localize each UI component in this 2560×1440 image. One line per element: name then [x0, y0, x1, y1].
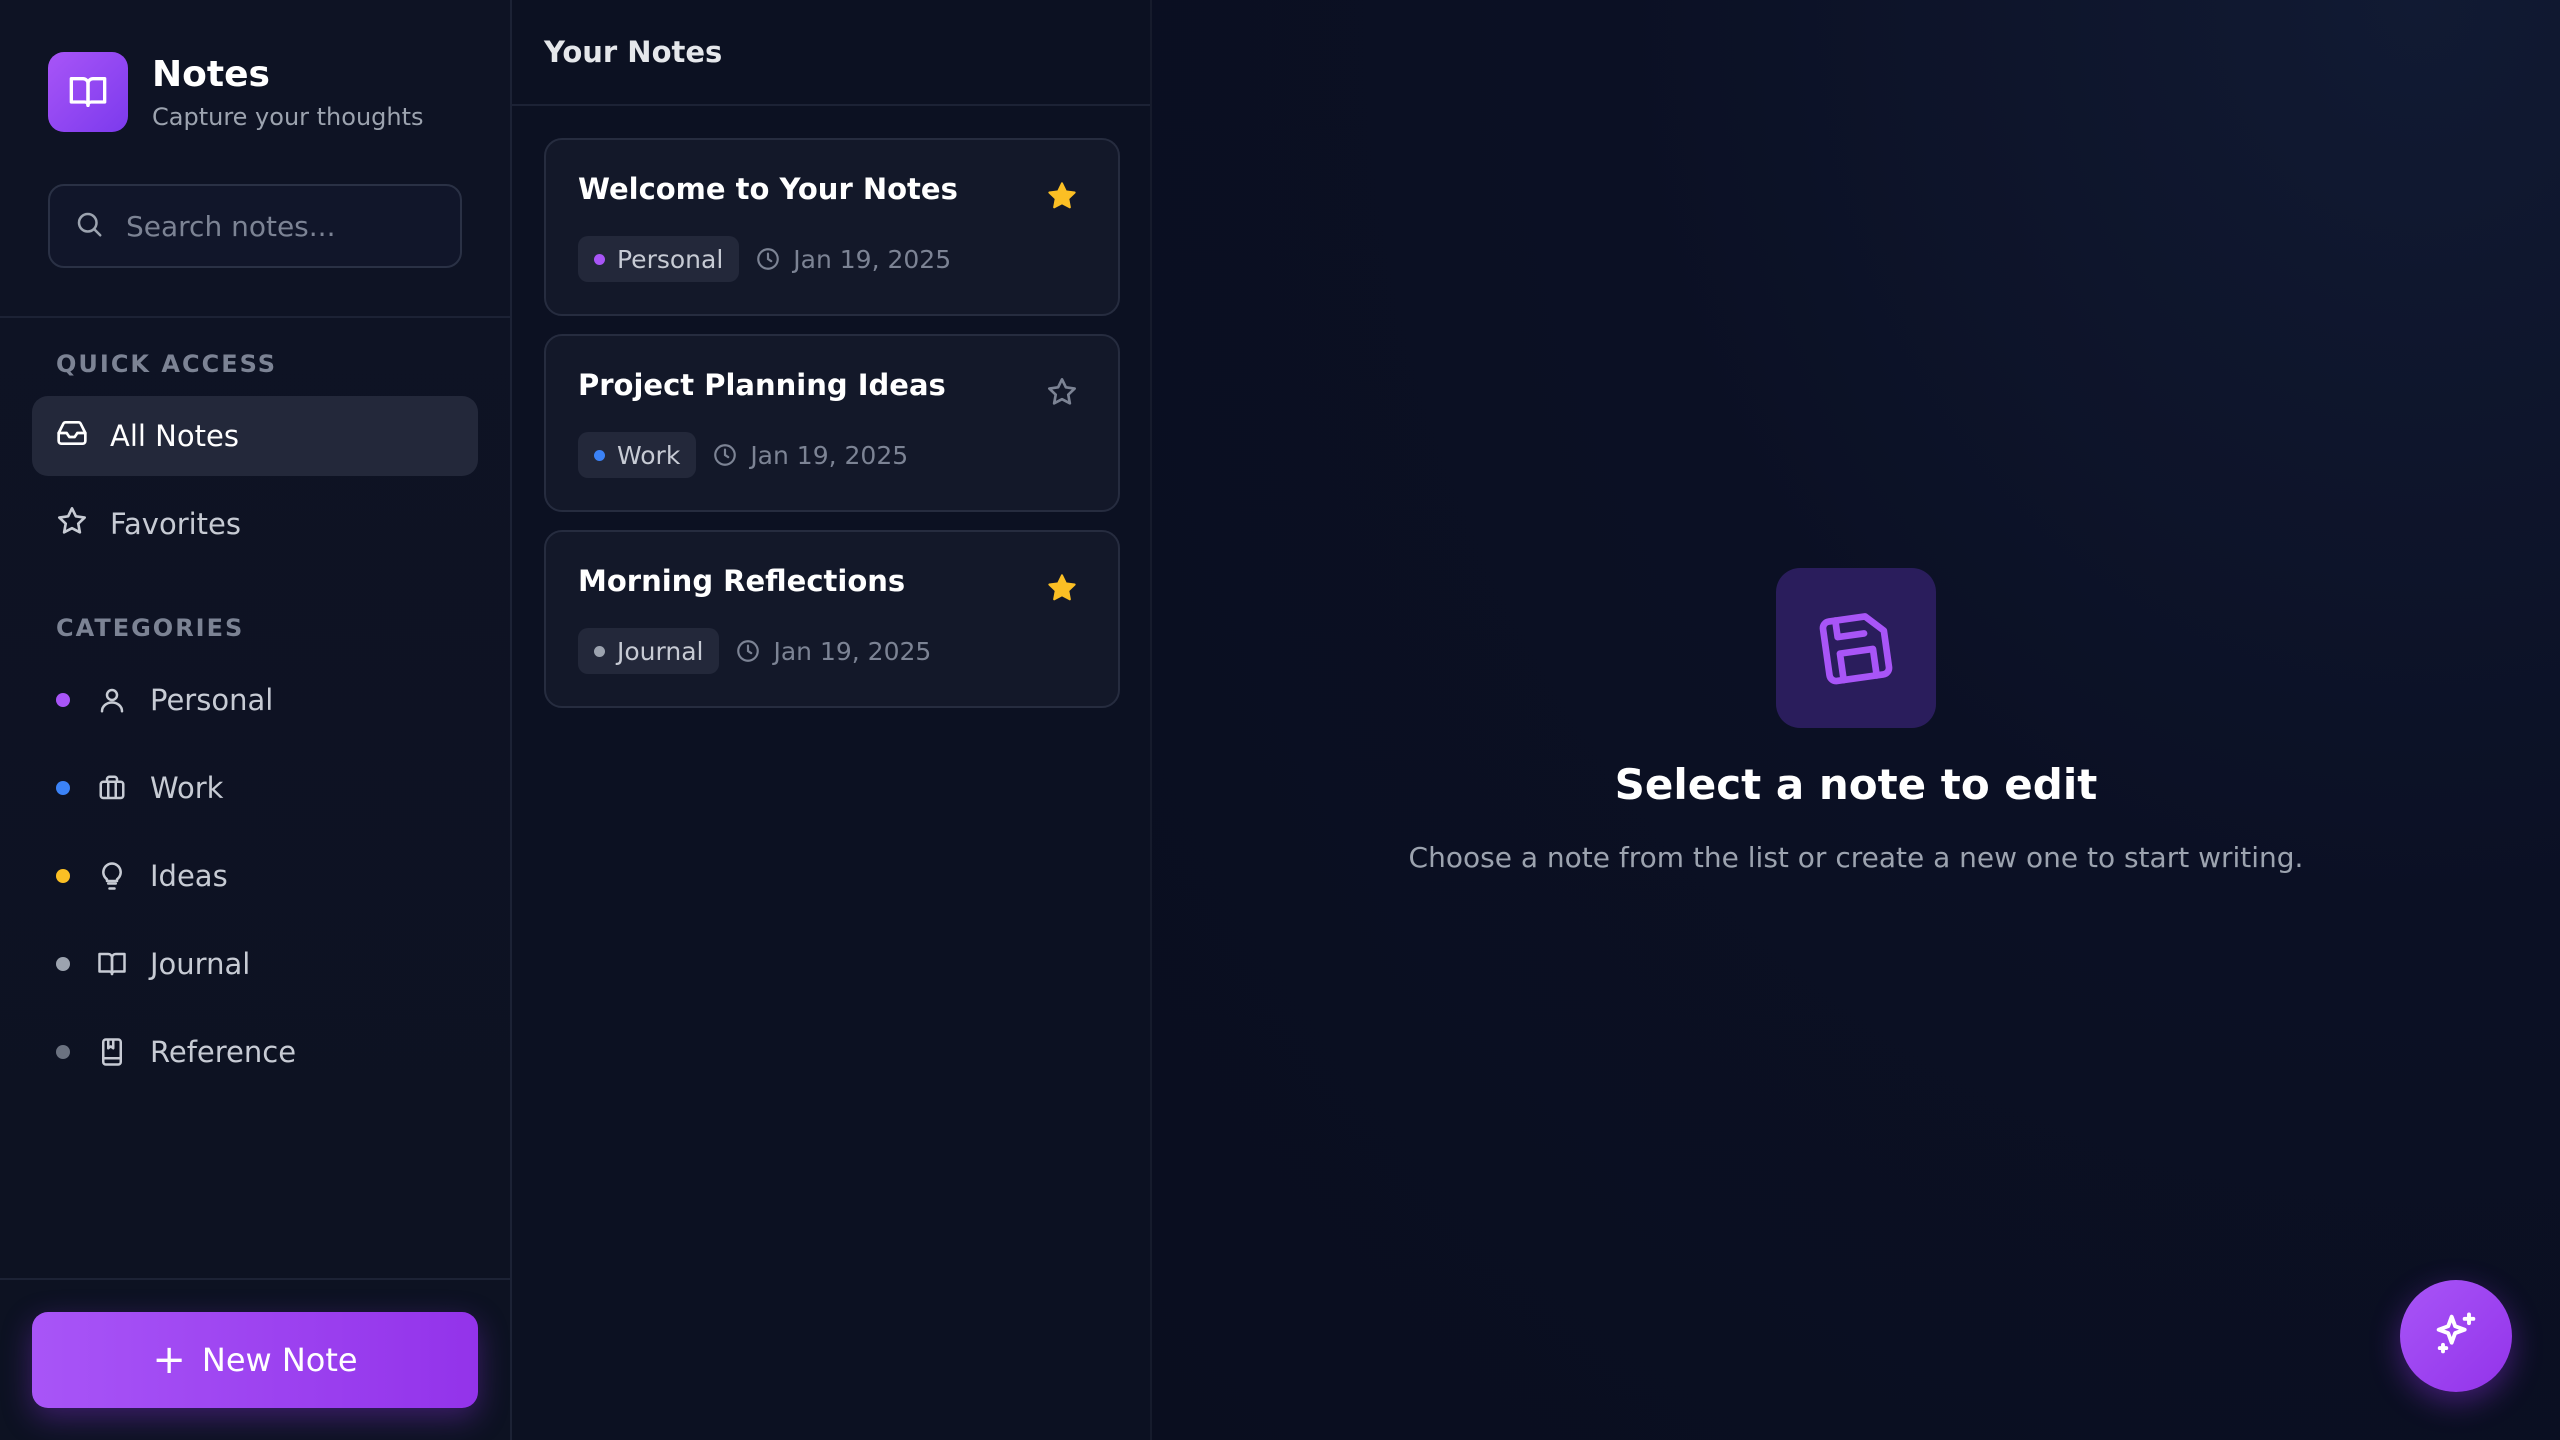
category-work[interactable]: Work	[56, 758, 223, 818]
category-tag: Personal	[578, 236, 740, 282]
user-icon	[96, 684, 128, 716]
star-icon[interactable]	[1046, 376, 1078, 408]
clock-icon	[737, 640, 760, 662]
ai-assist-button[interactable]	[2400, 1280, 2512, 1392]
search-box[interactable]	[48, 184, 462, 268]
note-title: Welcome to Your Notes	[578, 172, 958, 206]
category-dot	[594, 449, 605, 461]
category-tag: Work	[578, 432, 697, 478]
note-date: Jan 19, 2025	[755, 245, 951, 274]
note-card[interactable]: Welcome to Your Notes Personal Jan 19, 2…	[544, 138, 1120, 316]
new-note-label: New Note	[201, 1341, 358, 1379]
category-dot	[56, 781, 70, 795]
save-icon	[1776, 568, 1936, 728]
categories-label: CATEGORIES	[56, 614, 245, 642]
sidebar: Notes Capture your thoughts QUICK ACCESS…	[0, 0, 512, 1440]
category-reference[interactable]: Reference	[56, 1022, 296, 1082]
clock-icon	[714, 444, 737, 466]
category-label: Journal	[150, 947, 251, 981]
star-filled-icon[interactable]	[1046, 572, 1078, 604]
category-journal[interactable]: Journal	[56, 934, 250, 994]
book-open-icon	[48, 52, 128, 132]
empty-state-title: Select a note to edit	[1614, 760, 2098, 809]
quick-access-label: QUICK ACCESS	[56, 350, 278, 378]
empty-state-subtitle: Choose a note from the list or create a …	[1408, 841, 2304, 874]
brand: Notes Capture your thoughts	[48, 52, 424, 132]
notes-app: Notes Capture your thoughts QUICK ACCESS…	[0, 0, 2560, 1440]
nav-item-label: Favorites	[110, 507, 241, 541]
clock-icon	[757, 248, 780, 270]
sidebar-divider-bottom	[0, 1278, 512, 1280]
note-date-text: Jan 19, 2025	[750, 440, 909, 470]
note-list: Your Notes Welcome to Your Notes Persona…	[512, 0, 1152, 1440]
book-open-icon	[96, 948, 128, 980]
category-tag-label: Work	[617, 440, 681, 470]
category-label: Reference	[150, 1035, 297, 1069]
nav-item-favorites[interactable]: Favorites	[32, 484, 478, 564]
note-date: Jan 19, 2025	[735, 637, 931, 666]
category-personal[interactable]: Personal	[56, 670, 273, 730]
app-subtitle: Capture your thoughts	[152, 103, 424, 131]
category-label: Personal	[150, 683, 274, 717]
note-date-text: Jan 19, 2025	[773, 636, 932, 666]
note-list-header: Your Notes	[512, 0, 1150, 106]
sidebar-divider	[0, 316, 512, 318]
category-dot	[56, 869, 70, 883]
note-meta: Journal Jan 19, 2025	[578, 628, 931, 674]
category-dot	[56, 1045, 70, 1059]
note-title: Morning Reflections	[578, 564, 906, 598]
search-icon	[74, 209, 104, 243]
sparkles-icon	[2430, 1308, 2482, 1364]
bookmark-book-icon	[96, 1036, 128, 1068]
lightbulb-icon	[96, 860, 128, 892]
category-tag-label: Personal	[617, 244, 724, 274]
inbox-icon	[56, 417, 88, 456]
nav-item-label: All Notes	[110, 419, 239, 453]
note-meta: Work Jan 19, 2025	[578, 432, 908, 478]
note-date: Jan 19, 2025	[712, 441, 908, 470]
category-label: Ideas	[150, 859, 228, 893]
nav-item-all-notes[interactable]: All Notes	[32, 396, 478, 476]
category-dot	[56, 957, 70, 971]
note-title: Project Planning Ideas	[578, 368, 946, 402]
category-tag-label: Journal	[617, 636, 704, 666]
category-dot	[594, 645, 605, 657]
note-date-text: Jan 19, 2025	[793, 244, 952, 274]
category-ideas[interactable]: Ideas	[56, 846, 228, 906]
editor-area: Select a note to edit Choose a note from…	[1152, 0, 2560, 1440]
empty-state: Select a note to edit Choose a note from…	[1152, 568, 2560, 874]
category-dot	[594, 253, 605, 265]
note-card[interactable]: Project Planning Ideas Work Jan 19, 2025	[544, 334, 1120, 512]
brand-text: Notes Capture your thoughts	[152, 53, 424, 131]
category-label: Work	[150, 771, 224, 805]
plus-icon: +	[152, 1337, 186, 1383]
new-note-button[interactable]: + New Note	[32, 1312, 478, 1408]
star-icon	[56, 505, 88, 544]
note-meta: Personal Jan 19, 2025	[578, 236, 951, 282]
search-input[interactable]	[126, 209, 446, 243]
app-title: Notes	[152, 54, 270, 95]
star-filled-icon[interactable]	[1046, 180, 1078, 212]
note-card[interactable]: Morning Reflections Journal Jan 19, 2025	[544, 530, 1120, 708]
briefcase-icon	[96, 772, 128, 804]
category-tag: Journal	[578, 628, 720, 674]
category-dot	[56, 693, 70, 707]
